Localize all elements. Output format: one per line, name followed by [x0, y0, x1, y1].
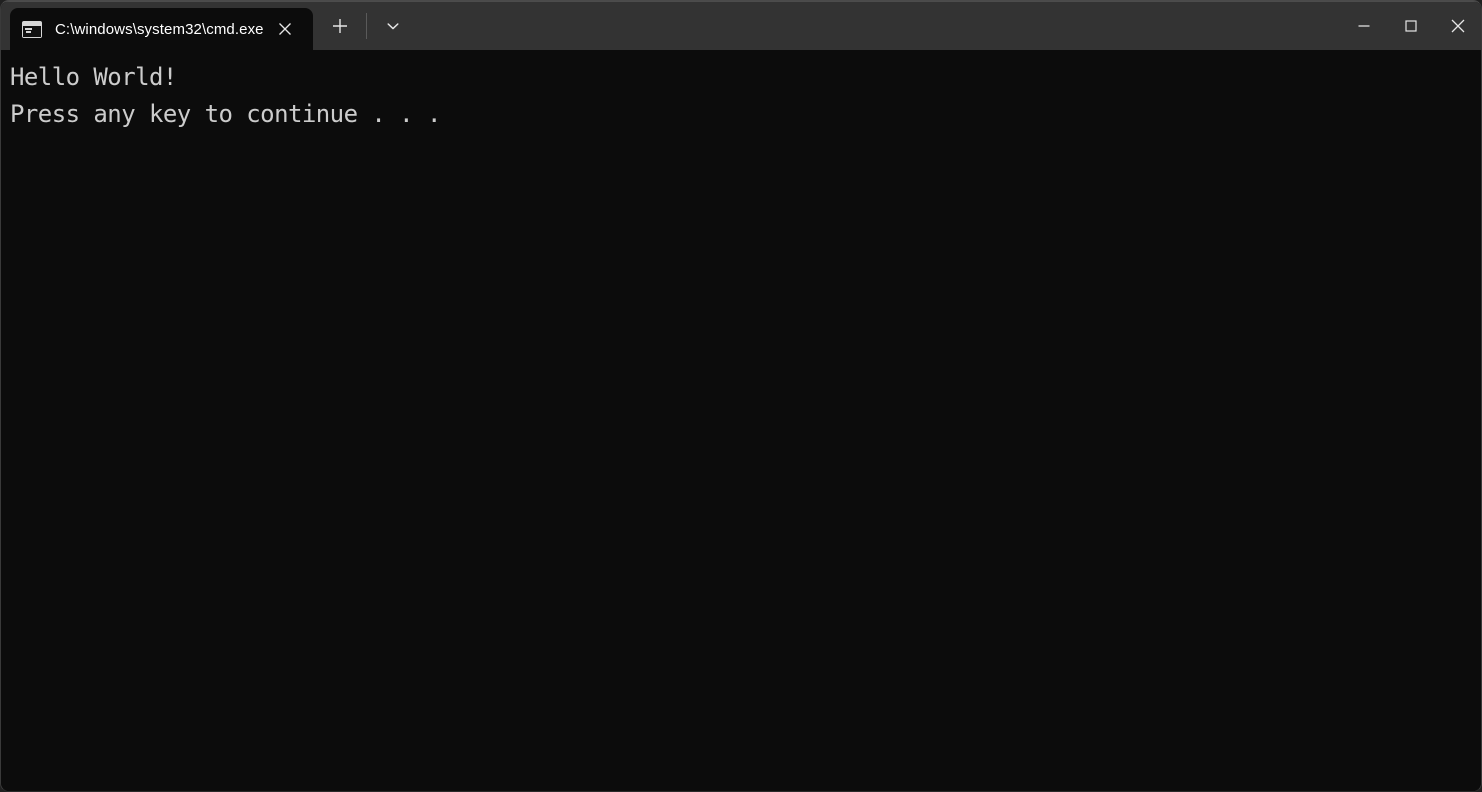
tab-cmd[interactable]: C:\windows\system32\cmd.exe — [10, 8, 313, 50]
terminal-output[interactable]: Hello World! Press any key to continue .… — [1, 50, 1481, 791]
tab-close-icon[interactable] — [270, 14, 300, 44]
new-tab-button[interactable] — [323, 9, 357, 43]
minimize-button[interactable] — [1340, 1, 1387, 50]
maximize-button[interactable] — [1387, 1, 1434, 50]
tab-strip: C:\windows\system32\cmd.exe — [1, 1, 313, 50]
terminal-line: Press any key to continue . . . — [10, 100, 441, 128]
terminal-window: C:\windows\system32\cmd.exe Hello World!… — [0, 0, 1482, 792]
console-icon — [22, 20, 42, 38]
terminal-line: Hello World! — [10, 63, 177, 91]
tab-actions — [313, 1, 410, 50]
window-controls — [1340, 1, 1481, 50]
chevron-down-icon[interactable] — [376, 9, 410, 43]
title-bar[interactable]: C:\windows\system32\cmd.exe — [1, 1, 1481, 50]
close-window-button[interactable] — [1434, 1, 1481, 50]
tab-title: C:\windows\system32\cmd.exe — [55, 20, 264, 38]
window-drag-region[interactable] — [410, 1, 1340, 50]
toolbar-divider — [366, 12, 367, 39]
